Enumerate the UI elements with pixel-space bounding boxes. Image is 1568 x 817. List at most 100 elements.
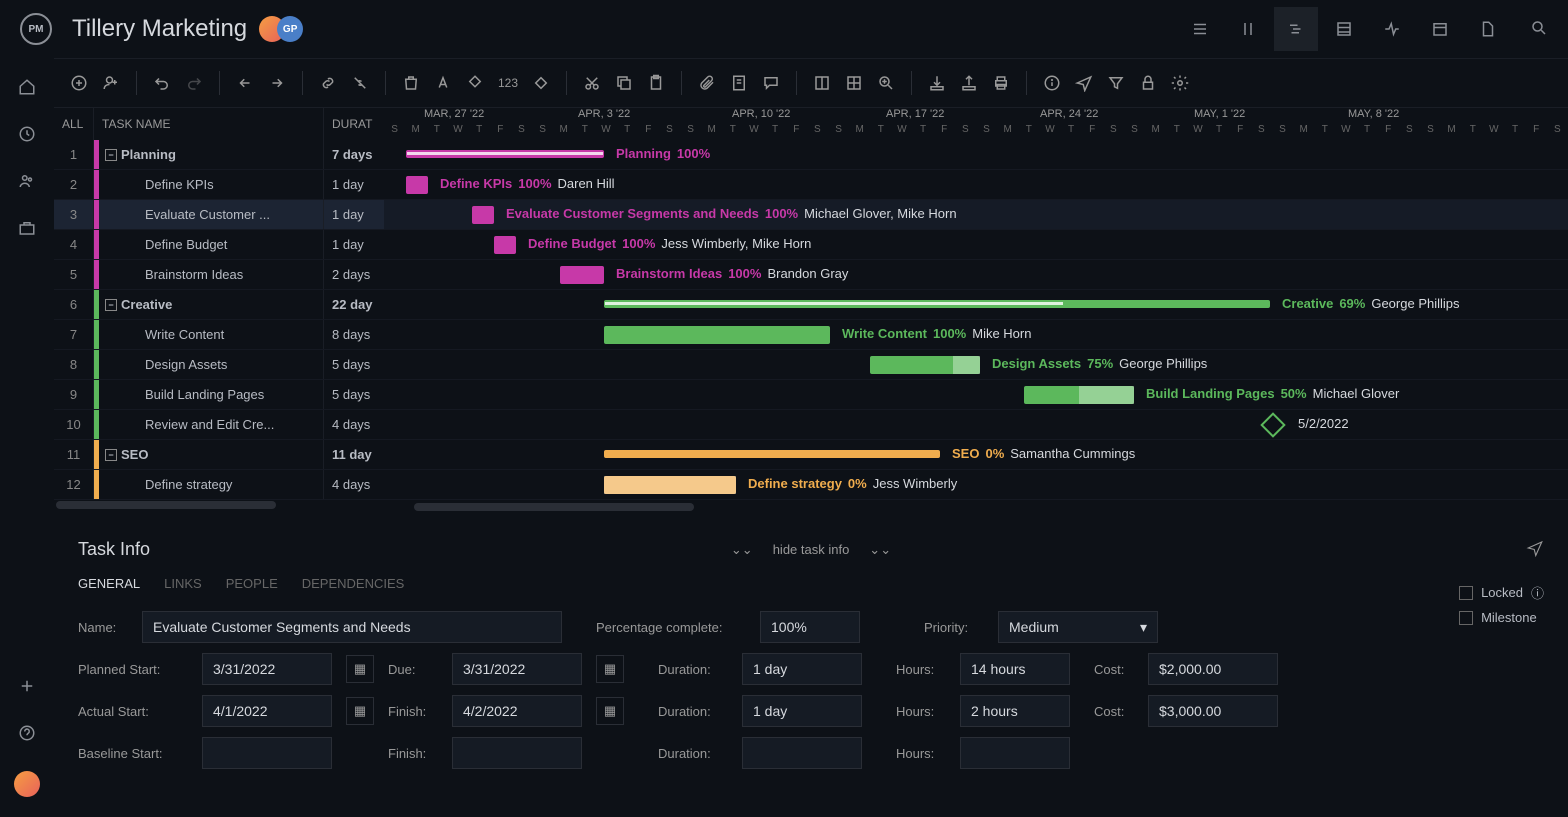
delete-icon[interactable]	[402, 74, 420, 92]
gantt-row[interactable]: 5/2/2022	[384, 410, 1568, 440]
milestone-icon[interactable]	[1260, 412, 1285, 437]
gantt-bar[interactable]	[406, 150, 604, 158]
calendar-icon[interactable]: ▦	[346, 697, 374, 725]
cost-input[interactable]	[1148, 653, 1278, 685]
table-row[interactable]: 5Brainstorm Ideas2 days	[54, 260, 384, 290]
paste-icon[interactable]	[647, 74, 665, 92]
outdent-icon[interactable]	[236, 74, 254, 92]
attach-icon[interactable]	[698, 74, 716, 92]
gantt-view-icon[interactable]	[1274, 7, 1318, 51]
member-avatars[interactable]: GP	[267, 16, 303, 42]
send-icon[interactable]	[1526, 539, 1544, 560]
number-icon[interactable]: 123	[498, 76, 518, 90]
gantt-row[interactable]: Brainstorm Ideas 100% Brandon Gray	[384, 260, 1568, 290]
calendar-icon[interactable]: ▦	[346, 655, 374, 683]
finish-input[interactable]	[452, 695, 582, 727]
table-row[interactable]: 3Evaluate Customer ...1 day	[54, 200, 384, 230]
export-icon[interactable]	[960, 74, 978, 92]
col-name[interactable]: TASK NAME	[94, 108, 324, 140]
name-input[interactable]	[142, 611, 562, 643]
gantt-bar[interactable]	[406, 176, 428, 194]
planned-start-input[interactable]	[202, 653, 332, 685]
calendar-icon[interactable]: ▦	[596, 655, 624, 683]
milestone-icon[interactable]	[532, 74, 550, 92]
calendar-view-icon[interactable]	[1418, 7, 1462, 51]
col-duration[interactable]: DURAT	[324, 108, 384, 140]
table-row[interactable]: 7Write Content8 days	[54, 320, 384, 350]
table-row[interactable]: 12Define strategy4 days	[54, 470, 384, 500]
list-view-icon[interactable]	[1178, 7, 1222, 51]
table-row[interactable]: 2Define KPIs1 day	[54, 170, 384, 200]
table-row[interactable]: 1−Planning7 days	[54, 140, 384, 170]
portfolio-icon[interactable]	[18, 219, 36, 240]
add-user-icon[interactable]	[102, 74, 120, 92]
gantt-row[interactable]: Design Assets 75% George Phillips	[384, 350, 1568, 380]
zoom-icon[interactable]	[877, 74, 895, 92]
gantt-bar[interactable]	[1024, 386, 1134, 404]
notes-icon[interactable]	[730, 74, 748, 92]
help-icon[interactable]	[18, 724, 36, 745]
locked-checkbox[interactable]: Locked ⓘ	[1459, 583, 1544, 602]
duration-input[interactable]	[742, 653, 862, 685]
gantt-bar[interactable]	[604, 326, 830, 344]
add-icon[interactable]	[18, 677, 36, 698]
hide-task-info-button[interactable]: ⌄⌄ hide task info ⌄⌄	[731, 542, 891, 558]
activity-view-icon[interactable]	[1370, 7, 1414, 51]
gantt-bar[interactable]	[870, 356, 980, 374]
indent-icon[interactable]	[268, 74, 286, 92]
print-icon[interactable]	[992, 74, 1010, 92]
info-icon[interactable]: ⓘ	[1531, 583, 1544, 602]
undo-icon[interactable]	[153, 74, 171, 92]
baseline-duration-input[interactable]	[742, 737, 862, 769]
columns-icon[interactable]	[813, 74, 831, 92]
grid-icon[interactable]	[845, 74, 863, 92]
app-logo-icon[interactable]: PM	[20, 13, 52, 45]
hours-input[interactable]	[960, 653, 1070, 685]
calendar-icon[interactable]: ▦	[596, 697, 624, 725]
baseline-hours-input[interactable]	[960, 737, 1070, 769]
tab-people[interactable]: PEOPLE	[226, 576, 278, 591]
gantt-row[interactable]: Evaluate Customer Segments and Needs 100…	[384, 200, 1568, 230]
file-view-icon[interactable]	[1466, 7, 1510, 51]
filter-icon[interactable]	[1107, 74, 1125, 92]
gantt-bar[interactable]	[604, 450, 940, 458]
table-row[interactable]: 11−SEO11 day	[54, 440, 384, 470]
pct-input[interactable]	[760, 611, 860, 643]
text-color-icon[interactable]	[434, 74, 452, 92]
baseline-start-input[interactable]	[202, 737, 332, 769]
collapse-icon[interactable]: −	[105, 449, 117, 461]
sheet-view-icon[interactable]	[1322, 7, 1366, 51]
comment-icon[interactable]	[762, 74, 780, 92]
table-row[interactable]: 10Review and Edit Cre...4 days	[54, 410, 384, 440]
cut-icon[interactable]	[583, 74, 601, 92]
gantt-row[interactable]: Define Budget 100% Jess Wimberly, Mike H…	[384, 230, 1568, 260]
gantt-row[interactable]: Planning 100%	[384, 140, 1568, 170]
add-task-icon[interactable]	[70, 74, 88, 92]
tab-dependencies[interactable]: DEPENDENCIES	[302, 576, 405, 591]
import-icon[interactable]	[928, 74, 946, 92]
gantt-row[interactable]: Build Landing Pages 50% Michael Glover	[384, 380, 1568, 410]
gantt-row[interactable]: Creative 69% George Phillips	[384, 290, 1568, 320]
unlink-icon[interactable]	[351, 74, 369, 92]
duration-input[interactable]	[742, 695, 862, 727]
copy-icon[interactable]	[615, 74, 633, 92]
table-scrollbar[interactable]	[54, 500, 384, 510]
redo-icon[interactable]	[185, 74, 203, 92]
milestone-checkbox[interactable]: Milestone	[1459, 610, 1544, 625]
table-row[interactable]: 4Define Budget1 day	[54, 230, 384, 260]
tab-general[interactable]: GENERAL	[78, 576, 140, 591]
home-icon[interactable]	[18, 78, 36, 99]
fill-color-icon[interactable]	[466, 74, 484, 92]
cost-input[interactable]	[1148, 695, 1278, 727]
hours-input[interactable]	[960, 695, 1070, 727]
table-row[interactable]: 8Design Assets5 days	[54, 350, 384, 380]
gantt-bar[interactable]	[560, 266, 604, 284]
collapse-icon[interactable]: −	[105, 299, 117, 311]
recent-icon[interactable]	[18, 125, 36, 146]
collapse-icon[interactable]: −	[105, 149, 117, 161]
tab-links[interactable]: LINKS	[164, 576, 202, 591]
gantt-bar[interactable]	[494, 236, 516, 254]
gantt-row[interactable]: Define strategy 0% Jess Wimberly	[384, 470, 1568, 500]
priority-select[interactable]: Medium▾	[998, 611, 1158, 643]
gantt-row[interactable]: Write Content 100% Mike Horn	[384, 320, 1568, 350]
